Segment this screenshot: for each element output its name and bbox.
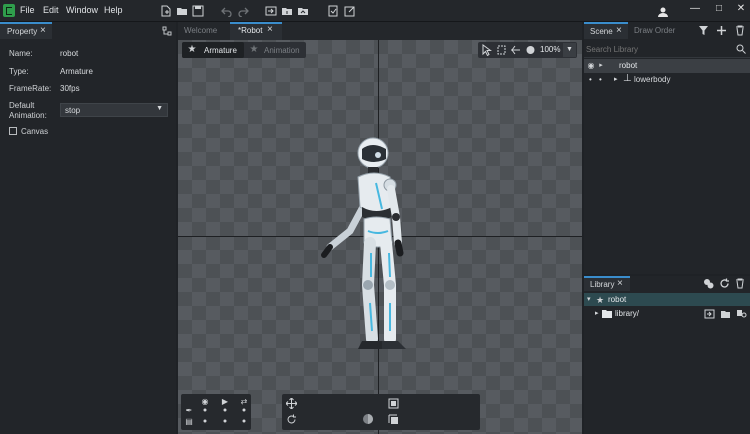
canvas-checkbox[interactable] <box>9 127 17 135</box>
tree-options-icon[interactable] <box>162 26 172 36</box>
visibility-dot-icon[interactable]: • <box>589 75 592 84</box>
close-tab-icon[interactable]: × <box>40 25 46 36</box>
delete-icon[interactable] <box>735 25 745 36</box>
collapse-arrow-icon[interactable]: ▾ <box>587 295 591 303</box>
rotate-icon[interactable] <box>286 414 297 425</box>
scene-tab-label: Scene <box>590 27 613 36</box>
minimize-icon[interactable]: — <box>688 3 702 17</box>
canvas-label: Canvas <box>21 127 49 136</box>
close-icon[interactable]: ✕ <box>734 3 748 17</box>
tab-draw-order[interactable]: Draw Order <box>634 26 675 35</box>
lock-icon[interactable]: ▸ <box>597 60 605 72</box>
filter-icon[interactable] <box>698 25 709 36</box>
refresh-icon[interactable] <box>719 278 730 289</box>
move-icon[interactable] <box>286 398 297 409</box>
robot-armature-figure[interactable] <box>318 135 428 365</box>
publish-icon[interactable] <box>327 5 339 17</box>
tool-panel <box>282 394 480 430</box>
tab-animation-label: Animation <box>264 46 300 55</box>
expand-arrow-icon[interactable]: ▸ <box>614 75 618 83</box>
menu-help[interactable]: Help <box>104 5 123 15</box>
transform-icon[interactable] <box>496 44 507 56</box>
scene-tree-label: lowerbody <box>634 75 671 84</box>
save-icon[interactable] <box>192 5 204 17</box>
library-item-label: robot <box>608 295 627 304</box>
scale-icon[interactable] <box>388 398 399 409</box>
expand-arrow-icon[interactable]: ▸ <box>595 309 599 317</box>
name-value[interactable]: robot <box>60 49 78 58</box>
add-bone-icon[interactable] <box>716 25 727 36</box>
zoom-level[interactable]: 100% <box>540 45 560 54</box>
search-input[interactable] <box>586 42 732 56</box>
folder-icon <box>602 310 612 318</box>
name-label: Name: <box>9 49 33 58</box>
zoom-dropdown[interactable]: ▼ <box>563 43 576 57</box>
undo-icon[interactable] <box>221 5 233 17</box>
default-animation-value: stop <box>65 106 81 115</box>
framerate-label: FrameRate: <box>9 84 52 93</box>
delete-icon[interactable] <box>735 278 745 289</box>
folder-export-icon[interactable] <box>297 5 309 17</box>
bone-icon: ⊥ <box>623 73 632 84</box>
tab-animation[interactable]: ★ Animation <box>246 42 306 58</box>
export-icon[interactable] <box>281 5 293 17</box>
menu-file[interactable]: File <box>20 5 35 15</box>
framerate-value[interactable]: 30fps <box>60 84 80 93</box>
menu-window[interactable]: Window <box>66 5 98 15</box>
library-tab-label: Library <box>590 280 615 289</box>
edit-icon[interactable] <box>344 5 356 17</box>
pivot-icon[interactable] <box>362 413 374 425</box>
armature-icon: ★ <box>595 295 605 305</box>
new-file-icon[interactable] <box>160 5 172 17</box>
maximize-icon[interactable]: □ <box>712 3 726 17</box>
bone-view-icon[interactable] <box>510 44 521 56</box>
redo-icon[interactable] <box>237 5 249 17</box>
stage-canvas[interactable] <box>178 40 582 434</box>
chevron-down-icon: ▼ <box>566 46 573 53</box>
scene-tree-label: robot <box>619 61 638 70</box>
tab-robot-label: *Robot <box>238 26 263 35</box>
armature-icon: ★ <box>187 44 197 55</box>
lock-dot-icon[interactable]: • <box>599 75 602 84</box>
property-tab-label: Property <box>7 27 38 36</box>
chevron-down-icon: ▼ <box>156 105 163 112</box>
divider <box>584 57 750 58</box>
eye-icon[interactable]: ◉ <box>586 60 596 72</box>
select-arrow-icon[interactable] <box>481 44 492 56</box>
layer-visibility-grid[interactable] <box>200 406 250 428</box>
default-animation-select[interactable]: stop ▼ <box>60 103 168 117</box>
default-animation-label-1: Default <box>9 101 35 110</box>
animation-icon: ★ <box>249 44 259 55</box>
open-folder-icon[interactable] <box>720 309 731 319</box>
tab-library[interactable]: Library × <box>584 276 630 291</box>
app-logo-icon <box>3 4 15 17</box>
import-icon[interactable] <box>265 5 277 17</box>
type-value: Armature <box>60 67 93 76</box>
type-label: Type: <box>9 67 29 76</box>
import-asset-icon[interactable] <box>703 278 714 289</box>
scene-tree-item-robot[interactable] <box>584 59 750 73</box>
property-tab[interactable]: Property × <box>0 22 52 39</box>
mesh-view-icon[interactable] <box>525 44 536 56</box>
layer-icon[interactable]: ▤ <box>184 416 194 428</box>
open-folder-icon[interactable] <box>176 5 188 17</box>
close-tab-icon[interactable]: × <box>267 24 273 35</box>
default-animation-label-2: Animation: <box>9 111 47 120</box>
locate-icon[interactable] <box>736 309 747 319</box>
snap-icon[interactable] <box>388 414 399 425</box>
tab-robot[interactable]: *Robot × <box>230 22 282 40</box>
close-tab-icon[interactable]: × <box>617 278 623 289</box>
tab-scene[interactable]: Scene × <box>584 22 628 39</box>
tab-welcome[interactable]: Welcome <box>184 22 217 40</box>
search-icon[interactable] <box>736 44 746 54</box>
menu-edit[interactable]: Edit <box>43 5 59 15</box>
close-tab-icon[interactable]: × <box>616 25 622 36</box>
library-item-label: library/ <box>615 309 640 318</box>
tab-armature-label: Armature <box>204 46 237 55</box>
tab-armature[interactable]: ★ Armature <box>182 42 244 58</box>
import-to-folder-icon[interactable] <box>704 309 715 319</box>
user-icon[interactable] <box>657 6 669 18</box>
